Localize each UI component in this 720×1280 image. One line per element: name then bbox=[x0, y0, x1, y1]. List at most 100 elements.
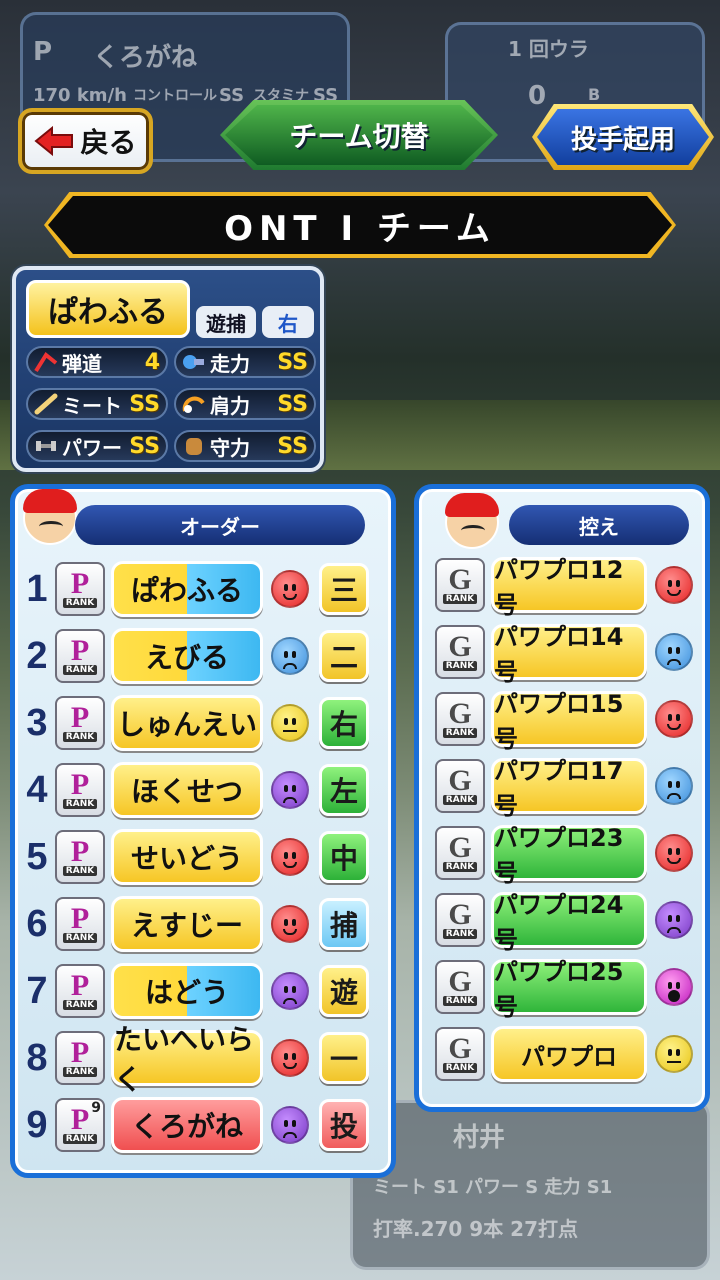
player-card-hand: 右 bbox=[262, 306, 314, 338]
bench-row[interactable]: G RANK パワプロ23号 bbox=[431, 823, 693, 887]
order-row[interactable]: 7 P RANK はどう 遊 bbox=[23, 961, 369, 1021]
condition-happy-icon bbox=[655, 834, 693, 872]
bench-player-name-button[interactable]: パワプロ14号 bbox=[491, 623, 647, 686]
bench-player-name-button[interactable]: パワプロ12号 bbox=[491, 556, 647, 619]
bench-row[interactable]: G RANK パワプロ17号 bbox=[431, 756, 693, 820]
position-button[interactable]: 一 bbox=[319, 1032, 369, 1084]
bench-player-name-button[interactable]: パワプロ25号 bbox=[491, 958, 647, 1021]
position-button[interactable]: 中 bbox=[319, 831, 369, 883]
bench-player-name-button[interactable]: パワプロ bbox=[491, 1026, 647, 1082]
bench-row[interactable]: G RANK パワプロ bbox=[431, 1024, 693, 1084]
rank-text: RANK bbox=[62, 1000, 98, 1010]
player-name-button[interactable]: せいどう bbox=[111, 829, 263, 885]
rank-letter: G bbox=[448, 831, 472, 864]
bg-bottom-player: 村井 bbox=[453, 1123, 506, 1153]
bench-player-name-button[interactable]: パワプロ15号 bbox=[491, 690, 647, 753]
rank-text: RANK bbox=[62, 732, 98, 742]
player-name-button[interactable]: ほくせつ bbox=[111, 762, 263, 818]
order-number: 8 bbox=[26, 1036, 48, 1079]
position-button[interactable]: 三 bbox=[319, 563, 369, 615]
bg-control-label: コントロール bbox=[133, 88, 217, 104]
order-header: オーダー bbox=[75, 505, 365, 545]
rank-badge: G RANK bbox=[435, 558, 485, 612]
rank-badge: P RANK bbox=[55, 562, 105, 616]
order-row[interactable]: 3 P RANK しゅんえい 右 bbox=[23, 693, 369, 753]
stat-label: ミート bbox=[62, 393, 122, 418]
team-name: ONT I チーム bbox=[224, 208, 496, 249]
condition-sad-icon bbox=[655, 767, 693, 805]
position-button[interactable]: 遊 bbox=[319, 965, 369, 1017]
mascot-icon bbox=[445, 493, 499, 549]
order-number: 6 bbox=[26, 902, 48, 945]
order-row[interactable]: 6 P RANK えすじー 捕 bbox=[23, 894, 369, 954]
order-row[interactable]: 4 P RANK ほくせつ 左 bbox=[23, 760, 369, 820]
position-button[interactable]: 二 bbox=[319, 630, 369, 682]
player-card-position: 遊捕 bbox=[196, 306, 256, 338]
position-button[interactable]: 投 bbox=[319, 1099, 369, 1151]
player-name-button[interactable]: くろがね bbox=[111, 1097, 263, 1153]
score-text: 0 bbox=[528, 81, 547, 111]
stat-label: 走力 bbox=[210, 351, 250, 376]
stat-value: SS bbox=[129, 433, 160, 459]
order-row[interactable]: 2 P RANK えびる 二 bbox=[23, 626, 369, 686]
back-button[interactable]: 戻る bbox=[18, 108, 153, 174]
condition-happy-icon bbox=[271, 570, 309, 608]
rank-letter: P bbox=[70, 969, 90, 1002]
order-row[interactable]: 8 P RANK たいへいらく 一 bbox=[23, 1023, 369, 1096]
rank-letter: G bbox=[448, 630, 472, 663]
player-name-button[interactable]: えびる bbox=[111, 628, 263, 684]
position-button[interactable]: 右 bbox=[319, 697, 369, 749]
bg-pos-letter: P bbox=[33, 37, 53, 67]
stat-label: 肩力 bbox=[210, 393, 250, 418]
player-name-button[interactable]: はどう bbox=[111, 963, 263, 1019]
stat-power: パワー SS bbox=[26, 430, 168, 462]
order-row[interactable]: 1 P RANK ぱわふる 三 bbox=[23, 559, 369, 619]
rank-badge: G RANK bbox=[435, 893, 485, 947]
order-number: 2 bbox=[26, 634, 48, 677]
condition-sad-icon bbox=[271, 637, 309, 675]
player-name-button[interactable]: たいへいらく bbox=[111, 1023, 263, 1096]
rank-text: RANK bbox=[442, 996, 478, 1006]
position-button[interactable]: 左 bbox=[319, 764, 369, 816]
rank-badge: 9 P RANK bbox=[55, 1098, 105, 1152]
bench-player-name-button[interactable]: パワプロ17号 bbox=[491, 757, 647, 820]
bench-row[interactable]: G RANK パワプロ14号 bbox=[431, 622, 693, 686]
bench-row[interactable]: G RANK パワプロ25号 bbox=[431, 957, 693, 1021]
condition-happy-icon bbox=[271, 838, 309, 876]
position-button[interactable]: 捕 bbox=[319, 898, 369, 950]
bench-row[interactable]: G RANK パワプロ15号 bbox=[431, 689, 693, 753]
count-text: B bbox=[588, 85, 601, 104]
order-number: 5 bbox=[26, 835, 48, 878]
glove-icon bbox=[186, 438, 202, 455]
bench-row[interactable]: G RANK パワプロ24号 bbox=[431, 890, 693, 954]
team-switch-button[interactable]: チーム切替 bbox=[220, 100, 498, 170]
condition-happy-icon bbox=[655, 700, 693, 738]
bench-row[interactable]: G RANK パワプロ12号 bbox=[431, 555, 693, 619]
pitcher-use-button[interactable]: 投手起用 bbox=[532, 104, 714, 170]
bench-player-name-button[interactable]: パワプロ23号 bbox=[491, 824, 647, 887]
bench-panel: 控え G RANK パワプロ12号 G RANK パワプロ14号 G RANK … bbox=[414, 484, 710, 1112]
back-label: 戻る bbox=[80, 126, 137, 159]
bench-player-name-button[interactable]: パワプロ24号 bbox=[491, 891, 647, 954]
rank-letter: P bbox=[70, 902, 90, 935]
rank-badge: G RANK bbox=[435, 960, 485, 1014]
team-name-banner: ONT I チーム bbox=[44, 192, 676, 258]
condition-happy-icon bbox=[271, 905, 309, 943]
rank-letter: G bbox=[448, 697, 472, 730]
player-name-button[interactable]: ぱわふる bbox=[111, 561, 263, 617]
player-name-button[interactable]: えすじー bbox=[111, 896, 263, 952]
order-row[interactable]: 9 9 P RANK くろがね 投 bbox=[23, 1095, 369, 1155]
stat-value: SS bbox=[277, 433, 308, 459]
rank-letter: P bbox=[70, 1036, 90, 1069]
mascot-icon bbox=[23, 489, 77, 545]
rank-letter: P bbox=[70, 1103, 90, 1136]
player-name-button[interactable]: しゅんえい bbox=[111, 695, 263, 751]
rank-letter: P bbox=[70, 701, 90, 734]
batter-info-board: 村井 ミート S1 パワー S 走力 S1 打率.270 9本 27打点 bbox=[350, 1100, 710, 1270]
stat-value: SS bbox=[277, 391, 308, 417]
order-row[interactable]: 5 P RANK せいどう 中 bbox=[23, 827, 369, 887]
rank-text: RANK bbox=[62, 866, 98, 876]
rank-badge: P RANK bbox=[55, 629, 105, 683]
player-card-name: ぱわふる bbox=[26, 280, 190, 338]
bg-bottom-stats: ミート S1 パワー S 走力 S1 bbox=[373, 1177, 613, 1198]
